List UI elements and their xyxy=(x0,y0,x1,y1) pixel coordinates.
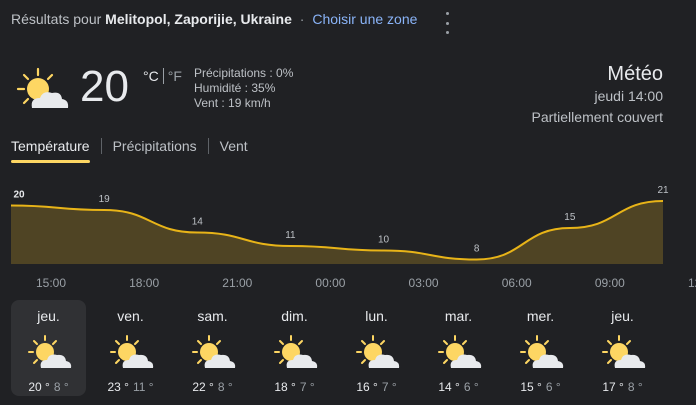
location-header: Résultats pour Melitopol, Zaporijie, Ukr… xyxy=(11,11,417,27)
tab-divider xyxy=(207,138,209,154)
partly-cloudy-icon xyxy=(519,335,563,368)
day-low: 7 ° xyxy=(299,380,315,394)
partly-cloudy-icon xyxy=(355,335,399,368)
day-high: 14 ° xyxy=(438,380,460,394)
partly-cloudy-icon xyxy=(109,335,153,368)
day-temps: 20 ° 8 ° xyxy=(28,380,68,394)
day-low: 11 ° xyxy=(132,380,154,394)
temperature-value-label: 14 xyxy=(192,217,204,228)
tab-precipitation[interactable]: Précipitations xyxy=(113,138,197,162)
day-temps: 15 ° 6 ° xyxy=(520,380,560,394)
day-high: 23 ° xyxy=(107,380,129,394)
day-name: jeu. xyxy=(611,308,634,324)
partly-cloudy-icon xyxy=(27,335,71,368)
day-name: sam. xyxy=(197,308,228,324)
day-temps: 18 ° 7 ° xyxy=(274,380,314,394)
location-name: Melitopol, Zaporijie, Ukraine xyxy=(105,11,292,27)
humidity-detail: Humidité : 35% xyxy=(194,81,276,95)
temperature-value-label: 19 xyxy=(99,194,111,205)
hour-tick-label: 18:00 xyxy=(129,276,159,290)
partly-cloudy-icon xyxy=(191,335,235,368)
temperature-value-label: 10 xyxy=(378,235,390,246)
day-temps: 23 ° 11 ° xyxy=(107,380,153,394)
weather-datetime: jeudi 14:00 xyxy=(594,88,663,104)
tab-wind[interactable]: Vent xyxy=(220,138,248,162)
weather-condition: Partiellement couvert xyxy=(531,109,663,125)
day-forecast[interactable]: lun. 16 ° 7 ° xyxy=(339,300,414,396)
hour-tick-label: 06:00 xyxy=(502,276,532,290)
day-forecast[interactable]: ven. 23 ° 11 ° xyxy=(93,300,168,396)
day-forecast[interactable]: jeu. 17 ° 8 ° xyxy=(585,300,660,396)
weather-summary: Météo jeudi 14:00 Partiellement couvert xyxy=(531,62,663,128)
temperature-value-label: 11 xyxy=(285,230,296,241)
day-high: 17 ° xyxy=(602,380,624,394)
day-name: ven. xyxy=(117,308,144,324)
day-temps: 22 ° 8 ° xyxy=(192,380,232,394)
day-temps: 17 ° 8 ° xyxy=(602,380,642,394)
unit-fahrenheit[interactable]: °F xyxy=(168,68,182,84)
wind-detail: Vent : 19 km/h xyxy=(194,96,271,110)
more-options-icon[interactable] xyxy=(440,12,454,34)
hour-tick-label: 15:00 xyxy=(36,276,66,290)
hour-tick-label: 12:00 xyxy=(688,276,696,290)
daily-forecast: jeu. 20 ° 8 ° ven. 23 ° 11 ° sam. 22 ° 8 ° dim. 18… xyxy=(11,300,667,396)
weather-details: Précipitations : 0% Humidité : 35% Vent … xyxy=(194,66,293,111)
unit-switch: °C °F xyxy=(143,68,182,84)
day-name: mer. xyxy=(526,308,555,324)
day-high: 20 ° xyxy=(28,380,50,394)
temperature-value-label: 20 xyxy=(13,190,25,201)
temperature-value-label: 8 xyxy=(474,244,480,255)
day-low: 8 ° xyxy=(217,380,233,394)
unit-celsius[interactable]: °C xyxy=(143,68,159,84)
day-forecast[interactable]: mer. 15 ° 6 ° xyxy=(503,300,578,396)
partly-cloudy-icon xyxy=(601,335,645,368)
partly-cloudy-icon xyxy=(437,335,481,368)
choose-zone-link[interactable]: Choisir une zone xyxy=(312,11,417,27)
current-temperature: 20 xyxy=(80,62,129,111)
day-forecast[interactable]: jeu. 20 ° 8 ° xyxy=(11,300,86,396)
tab-divider xyxy=(100,138,102,154)
day-high: 15 ° xyxy=(520,380,542,394)
day-forecast[interactable]: dim. 18 ° 7 ° xyxy=(257,300,332,396)
day-name: lun. xyxy=(365,308,388,324)
partly-cloudy-icon xyxy=(16,67,69,108)
unit-divider xyxy=(162,68,164,84)
tab-temperature[interactable]: Température xyxy=(11,138,90,163)
temperature-value-label: 15 xyxy=(564,212,576,223)
header-separator: · xyxy=(299,11,305,27)
day-low: 8 ° xyxy=(627,380,643,394)
hour-tick-label: 00:00 xyxy=(315,276,345,290)
day-high: 22 ° xyxy=(192,380,214,394)
chart-tabs: Température Précipitations Vent xyxy=(11,138,248,163)
day-high: 18 ° xyxy=(274,380,296,394)
precipitation-detail: Précipitations : 0% xyxy=(194,66,294,80)
temperature-value-label: 21 xyxy=(657,185,669,196)
hour-tick-label: 09:00 xyxy=(595,276,625,290)
partly-cloudy-icon xyxy=(273,335,317,368)
day-low: 6 ° xyxy=(463,380,479,394)
day-name: jeu. xyxy=(37,308,60,324)
temperature-chart[interactable]: 20 15:00 19 18:00 14 21:00 11 00:00 10 03:00 8 06:0… xyxy=(0,180,696,300)
day-low: 7 ° xyxy=(381,380,397,394)
day-temps: 16 ° 7 ° xyxy=(356,380,396,394)
day-high: 16 ° xyxy=(356,380,378,394)
day-forecast[interactable]: mar. 14 ° 6 ° xyxy=(421,300,496,396)
day-name: dim. xyxy=(281,308,308,324)
day-name: mar. xyxy=(444,308,473,324)
weather-title: Météo xyxy=(607,63,663,85)
day-low: 6 ° xyxy=(545,380,561,394)
hour-tick-label: 21:00 xyxy=(222,276,252,290)
results-prefix: Résultats pour xyxy=(11,11,102,27)
hour-tick-label: 03:00 xyxy=(409,276,439,290)
day-low: 8 ° xyxy=(53,380,69,394)
day-temps: 14 ° 6 ° xyxy=(438,380,478,394)
day-forecast[interactable]: sam. 22 ° 8 ° xyxy=(175,300,250,396)
